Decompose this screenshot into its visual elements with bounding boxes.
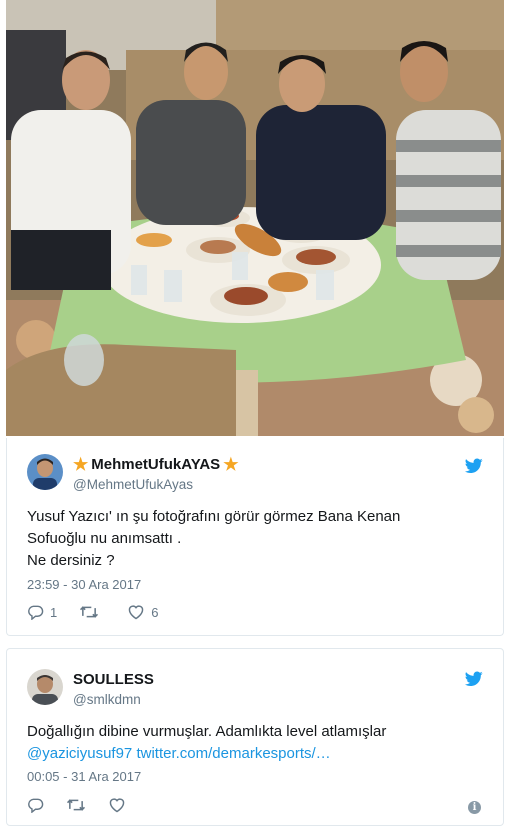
handle[interactable]: @smlkdmn xyxy=(73,692,141,707)
twitter-bird-icon[interactable] xyxy=(465,458,483,474)
retweet-button[interactable] xyxy=(79,604,105,620)
tweet-actions xyxy=(27,797,126,813)
retweet-icon xyxy=(80,606,99,618)
photo-image xyxy=(6,0,504,436)
twitter-bird-icon[interactable] xyxy=(465,671,483,687)
display-name[interactable]: MehmetUfukAYAS xyxy=(91,456,220,473)
display-name-row[interactable]: SOULLESS xyxy=(73,671,154,688)
reply-icon xyxy=(28,798,44,813)
reply-button[interactable]: 1 xyxy=(27,604,57,620)
tweet-card[interactable]: ★ MehmetUfukAYAS ★ @MehmetUfukAyas Yusuf… xyxy=(6,438,504,636)
tweet-text: Yusuf Yazıcı' ın şu fotoğrafını görür gö… xyxy=(27,506,487,572)
reply-count: 1 xyxy=(50,604,58,620)
reply-button[interactable] xyxy=(27,797,44,813)
tweet-text-line: Yusuf Yazıcı' ın şu fotoğrafını görür gö… xyxy=(27,508,401,525)
tweet-photo[interactable] xyxy=(6,0,504,436)
like-button[interactable]: 6 xyxy=(127,604,158,620)
mention-link[interactable]: @yaziciyusuf97 xyxy=(27,745,132,762)
star-icon: ★ xyxy=(223,455,239,474)
like-button[interactable] xyxy=(108,797,126,813)
tweet-text-line: Doğallığın dibine vurmuşlar. Adamlıkta l… xyxy=(27,723,387,740)
like-count: 6 xyxy=(151,604,159,620)
heart-icon xyxy=(128,605,144,620)
tweet-text-line: @yaziciyusuf97 twitter.com/demarkesports… xyxy=(27,743,487,765)
retweet-button[interactable] xyxy=(66,797,86,813)
avatar[interactable] xyxy=(27,669,63,705)
info-icon[interactable]: i xyxy=(468,801,481,814)
timestamp-link[interactable]: 23:59 - 30 Ara 2017 xyxy=(27,577,141,592)
tweet-card[interactable]: SOULLESS @smlkdmn Doğallığın dibine vurm… xyxy=(6,648,504,826)
tweet-text-line: Ne dersiniz ? xyxy=(27,552,115,569)
reply-icon xyxy=(28,605,44,620)
retweet-icon xyxy=(66,799,86,811)
url-link[interactable]: twitter.com/demarkesports/… xyxy=(136,745,330,762)
display-name[interactable]: SOULLESS xyxy=(73,671,154,688)
heart-icon xyxy=(109,798,125,813)
avatar[interactable] xyxy=(27,454,63,490)
display-name-row[interactable]: ★ MehmetUfukAYAS ★ xyxy=(73,456,238,473)
tweet-actions: 1 6 xyxy=(27,604,158,620)
tweet-text-line: Sofuoğlu nu anımsattı . xyxy=(27,530,182,547)
tweet-text: Doğallığın dibine vurmuşlar. Adamlıkta l… xyxy=(27,721,487,765)
handle[interactable]: @MehmetUfukAyas xyxy=(73,477,193,492)
star-icon: ★ xyxy=(73,455,89,474)
timestamp-link[interactable]: 00:05 - 31 Ara 2017 xyxy=(27,769,141,784)
